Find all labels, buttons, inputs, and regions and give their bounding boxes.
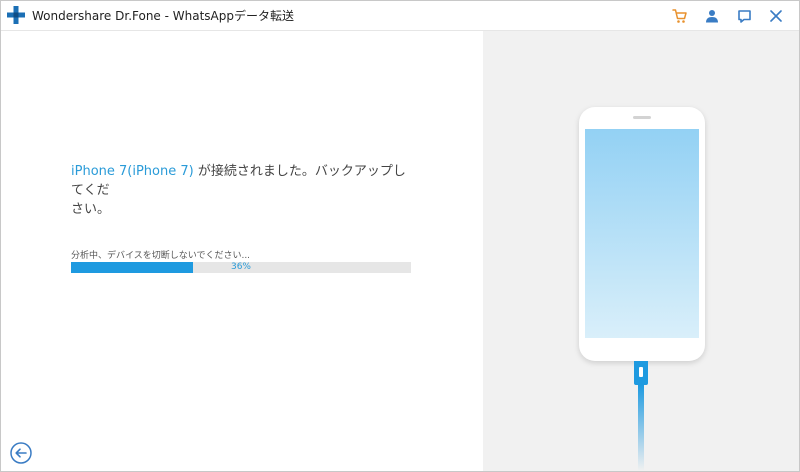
title-bar-actions — [671, 6, 785, 26]
progress-bar: 36% — [71, 262, 411, 273]
feedback-icon[interactable] — [735, 7, 753, 25]
cart-icon[interactable] — [671, 7, 689, 25]
back-button[interactable] — [10, 442, 32, 464]
usb-cable-wire — [638, 385, 644, 471]
window-title: Wondershare Dr.Fone - WhatsAppデータ転送 — [32, 9, 294, 23]
analyzing-status: 分析中、デバイスを切断しないでください... — [71, 251, 251, 261]
phone-illustration — [579, 107, 705, 361]
app-window: Wondershare Dr.Fone - WhatsAppデータ転送 iPho… — [0, 0, 800, 472]
drfone-logo-icon — [7, 6, 25, 24]
account-icon[interactable] — [703, 7, 721, 25]
title-bar: Wondershare Dr.Fone - WhatsAppデータ転送 — [1, 1, 799, 31]
connection-message-line2: さい。 — [71, 202, 111, 217]
connection-message: iPhone 7(iPhone 7) が接続されました。バックアップしてくだ さい… — [71, 162, 416, 219]
usb-cable-plug — [634, 361, 648, 385]
close-icon[interactable] — [767, 7, 785, 25]
phone-screen — [585, 129, 699, 338]
progress-percentage: 36% — [230, 262, 251, 272]
back-arrow-icon — [15, 448, 27, 458]
main-content: iPhone 7(iPhone 7) が接続されました。バックアップしてくだ さい… — [1, 31, 483, 471]
device-illustration-panel — [483, 31, 799, 471]
device-name: iPhone 7(iPhone 7) — [71, 164, 194, 179]
phone-speaker — [633, 116, 651, 119]
